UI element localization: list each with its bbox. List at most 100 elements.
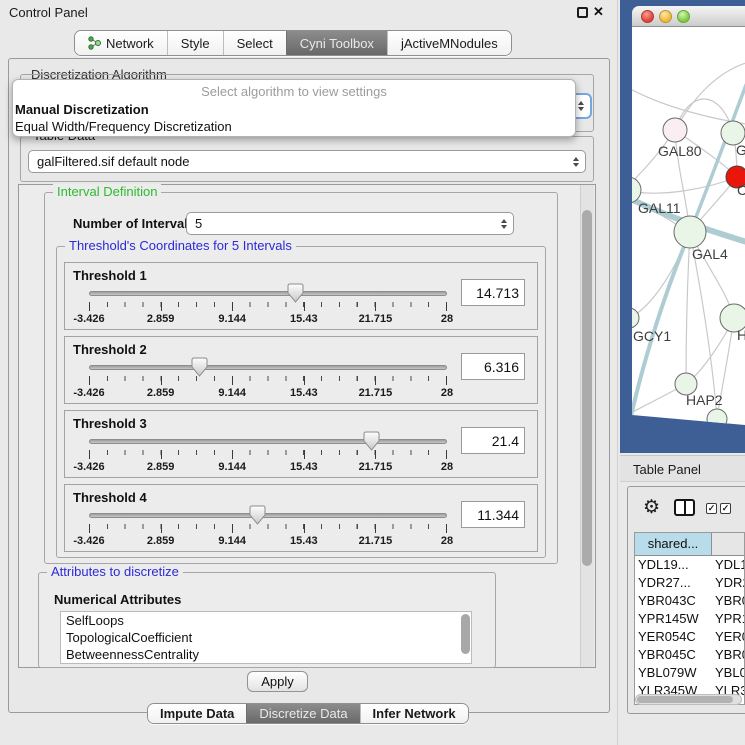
- node-label: GAL11: [638, 200, 681, 216]
- close-traffic-light-icon[interactable]: [641, 10, 654, 23]
- table-row[interactable]: YDR27...YDR2: [635, 574, 744, 592]
- attributes-group-label: Attributes to discretize: [47, 564, 183, 579]
- network-icon: [88, 36, 101, 50]
- interval-group-label: Interval Definition: [53, 184, 161, 199]
- float-window-icon[interactable]: [577, 7, 588, 18]
- slider-track[interactable]: [89, 439, 447, 444]
- table-hscrollbar-track[interactable]: [635, 694, 742, 705]
- column-header-name[interactable]: n: [712, 533, 745, 556]
- dropdown-prompt: Select algorithm to view settings: [13, 84, 575, 101]
- node-label: GA: [736, 142, 745, 158]
- minimize-traffic-light-icon[interactable]: [659, 10, 672, 23]
- threshold-3-slider[interactable]: -3.4262.8599.14415.4321.71528: [89, 435, 447, 477]
- numerical-attributes-label: Numerical Attributes: [54, 592, 181, 607]
- num-intervals-value: 5: [195, 216, 202, 231]
- node-label: GCY1: [633, 328, 671, 344]
- table-row[interactable]: YBR045CYBR0: [635, 646, 744, 664]
- slider-track[interactable]: [89, 365, 447, 370]
- checkbox-icon[interactable]: ✓: [706, 503, 717, 514]
- tab-impute-data[interactable]: Impute Data: [148, 704, 246, 723]
- slider-tick-labels: -3.4262.8599.14415.4321.71528: [89, 387, 447, 401]
- network-window-titlebar[interactable]: [632, 6, 745, 27]
- column-header-shared-name[interactable]: shared...: [635, 533, 712, 556]
- algorithm-dropdown-popup: Select algorithm to view settings Manual…: [12, 79, 576, 137]
- table-data-combobox[interactable]: galFiltered.sif default node: [28, 150, 586, 173]
- slider-tick-labels: -3.4262.8599.14415.4321.71528: [89, 461, 447, 475]
- panel-scrollbar-thumb[interactable]: [582, 210, 592, 566]
- threshold-1-slider[interactable]: -3.4262.8599.14415.4321.71528: [89, 287, 447, 329]
- table-panel-title: Table Panel: [633, 462, 701, 477]
- apply-button[interactable]: Apply: [247, 671, 308, 692]
- threshold-3-value-field[interactable]: 21.4: [461, 427, 525, 454]
- network-view-canvas[interactable]: GAL80 GA GAL11 C GAL4 GCY1 H HAP2: [632, 27, 745, 425]
- top-tab-bar: Network Style Select Cyni Toolbox jActiv…: [74, 30, 512, 56]
- num-intervals-label: Number of Intervals: [73, 216, 195, 231]
- slider-ticks: [89, 376, 447, 386]
- node-gal80[interactable]: [663, 118, 687, 142]
- threshold-4-label: Threshold 4: [73, 490, 147, 505]
- node-attribute-table[interactable]: shared... n YDL19...YDL1 YDR27...YDR2 YB…: [634, 532, 745, 705]
- slider-track[interactable]: [89, 291, 447, 296]
- tab-cyni-toolbox[interactable]: Cyni Toolbox: [286, 31, 387, 55]
- threshold-4-panel: Threshold 4 -3.4262.8599.14415.4321.7152…: [64, 484, 538, 552]
- gear-icon[interactable]: ⚙: [643, 496, 660, 519]
- table-header-row: shared... n: [635, 533, 744, 556]
- threshold-2-label: Threshold 2: [73, 342, 147, 357]
- tab-label: Cyni Toolbox: [300, 36, 374, 51]
- checkbox-icon[interactable]: ✓: [720, 503, 731, 514]
- panel-title: Control Panel: [9, 5, 88, 20]
- combo-arrows-icon: [573, 157, 579, 167]
- list-item[interactable]: SelfLoops: [61, 612, 471, 629]
- slider-tick-labels: -3.4262.8599.14415.4321.71528: [89, 535, 447, 549]
- tab-select[interactable]: Select: [223, 31, 286, 55]
- tab-network[interactable]: Network: [75, 31, 167, 55]
- tab-label: Select: [237, 36, 273, 51]
- table-row[interactable]: YBL079WYBL0: [635, 664, 744, 682]
- thresholds-group-label: Threshold's Coordinates for 5 Intervals: [65, 238, 296, 253]
- table-row[interactable]: YPR145WYPR1: [635, 610, 744, 628]
- node-label: GAL80: [658, 143, 702, 159]
- threshold-3-label: Threshold 3: [73, 416, 147, 431]
- close-icon[interactable]: ✕: [593, 4, 604, 20]
- network-graph: GAL80 GA GAL11 C GAL4 GCY1 H HAP2: [632, 27, 745, 425]
- tab-infer-network[interactable]: Infer Network: [360, 704, 468, 723]
- split-columns-icon[interactable]: [674, 499, 695, 516]
- tab-jactivemnodules[interactable]: jActiveMNodules: [387, 31, 511, 55]
- list-item[interactable]: TopologicalCoefficient: [61, 629, 471, 646]
- list-item[interactable]: BetweennessCentrality: [61, 646, 471, 663]
- app-root: Control Panel ✕ Network Style Select Cyn…: [0, 0, 745, 745]
- slider-track[interactable]: [89, 513, 447, 518]
- node-gal4[interactable]: [674, 216, 706, 248]
- tab-label: Style: [181, 36, 210, 51]
- threshold-3-panel: Threshold 3 -3.4262.8599.14415.4321.7152…: [64, 410, 538, 478]
- threshold-2-slider[interactable]: -3.4262.8599.14415.4321.71528: [89, 361, 447, 403]
- table-data-value: galFiltered.sif default node: [37, 154, 189, 169]
- threshold-4-value-field[interactable]: 11.344: [461, 501, 525, 528]
- threshold-1-value-field[interactable]: 14.713: [461, 279, 525, 306]
- node-label: HAP2: [686, 392, 723, 408]
- threshold-2-value-field[interactable]: 6.316: [461, 353, 525, 380]
- node-label: H: [737, 327, 745, 343]
- tab-style[interactable]: Style: [167, 31, 223, 55]
- table-row[interactable]: YDL19...YDL1: [635, 556, 744, 574]
- tab-label: Impute Data: [160, 706, 234, 721]
- threshold-4-slider[interactable]: -3.4262.8599.14415.4321.71528: [89, 509, 447, 551]
- attributes-list[interactable]: SelfLoops TopologicalCoefficient Between…: [60, 611, 472, 664]
- node-label: C: [737, 182, 745, 198]
- table-hscrollbar-thumb[interactable]: [637, 696, 733, 703]
- control-panel-titlebar: Control Panel ✕: [0, 0, 617, 24]
- control-panel: Control Panel ✕ Network Style Select Cyn…: [0, 0, 618, 745]
- table-row[interactable]: YER054CYER0: [635, 628, 744, 646]
- tab-label: Discretize Data: [259, 706, 347, 721]
- slider-ticks: [89, 524, 447, 534]
- num-intervals-combobox[interactable]: 5: [186, 212, 514, 235]
- combo-arrows-icon: [501, 219, 507, 229]
- tab-discretize-data[interactable]: Discretize Data: [246, 704, 359, 723]
- dropdown-option-manual[interactable]: Manual Discretization: [13, 101, 575, 118]
- list-scrollbar-thumb[interactable]: [461, 614, 470, 654]
- zoom-traffic-light-icon[interactable]: [677, 10, 690, 23]
- combo-arrows-icon: [578, 101, 584, 111]
- dropdown-option-equal-width[interactable]: Equal Width/Frequency Discretization: [13, 118, 575, 135]
- node-gcy1[interactable]: [632, 308, 639, 328]
- table-row[interactable]: YBR043CYBR0: [635, 592, 744, 610]
